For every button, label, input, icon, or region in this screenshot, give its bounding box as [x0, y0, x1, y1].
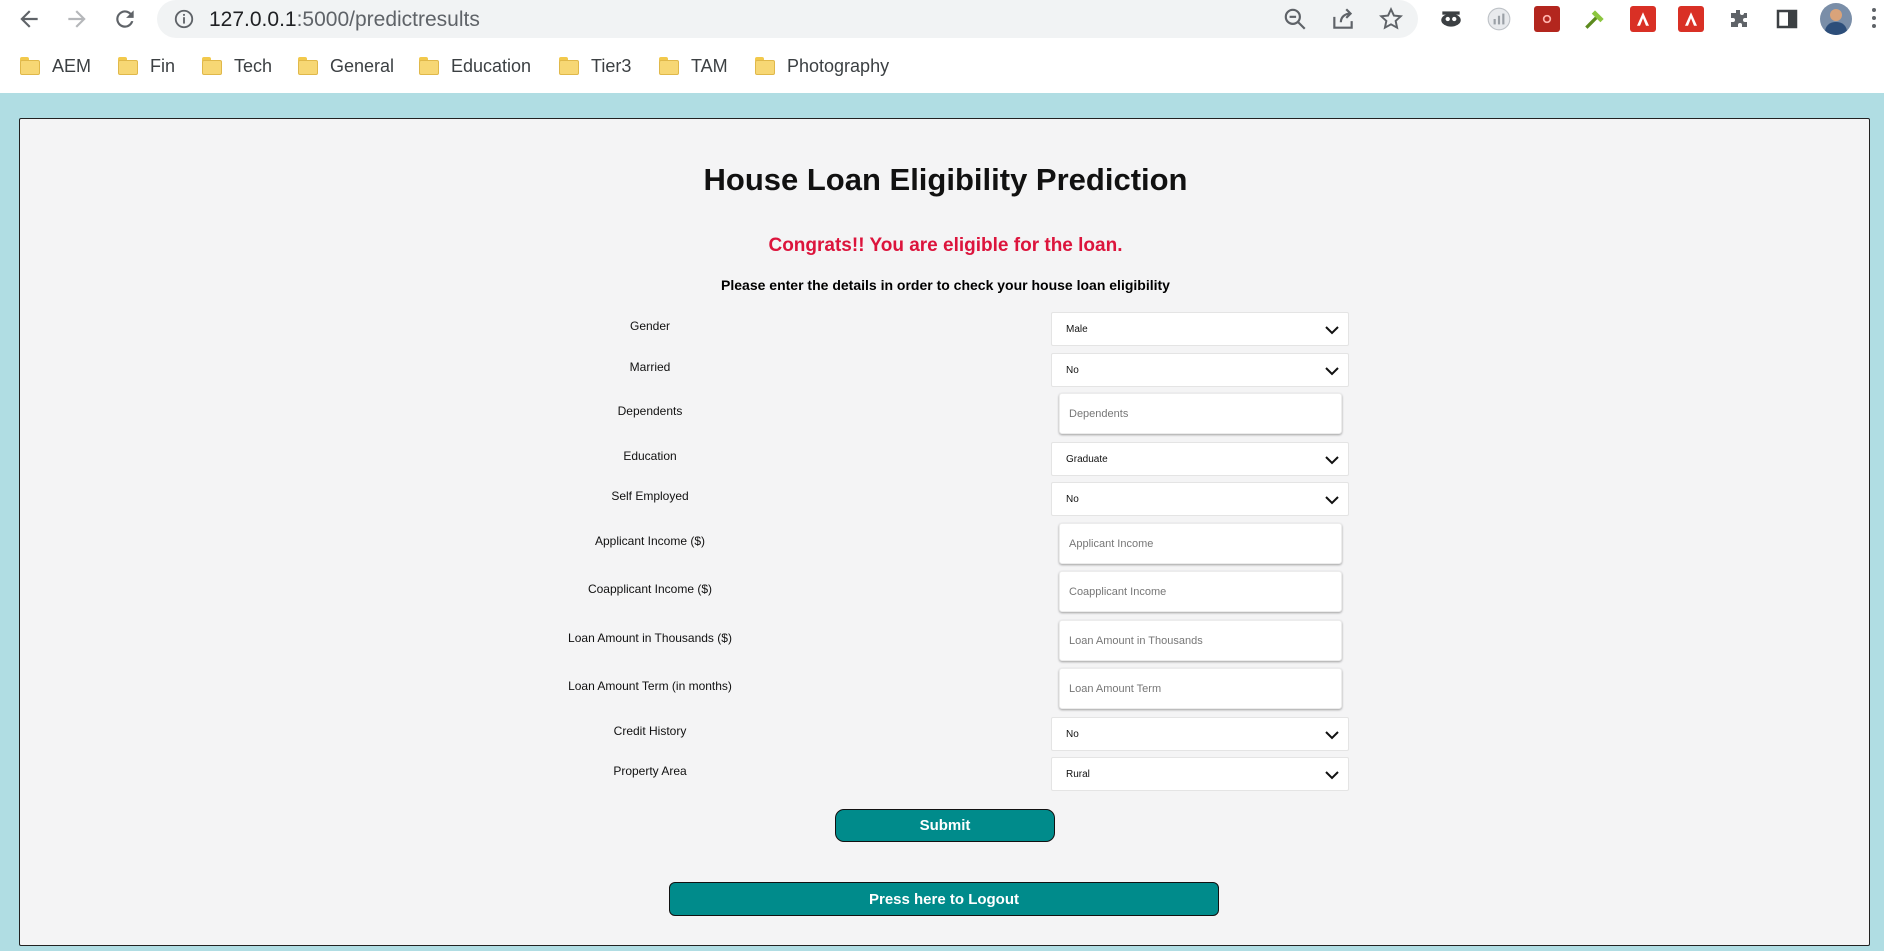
gender-value: Male [1066, 324, 1088, 335]
url-text: 127.0.0.1:5000/predictresults [209, 8, 480, 32]
bookmark-folder-tam[interactable]: TAM [659, 54, 728, 78]
browser-menu-icon[interactable] [1871, 8, 1877, 30]
loan-amount-input[interactable]: Loan Amount in Thousands [1059, 620, 1342, 661]
bookmark-label: General [330, 55, 395, 76]
loan-form-panel: House Loan Eligibility Prediction Congra… [19, 118, 1870, 946]
site-info-icon[interactable] [173, 8, 195, 30]
credit-history-select[interactable]: No [1051, 717, 1349, 751]
bookmark-label: Tier3 [591, 55, 632, 76]
applicant-income-input[interactable]: Applicant Income [1059, 523, 1342, 564]
reload-icon [116, 10, 134, 28]
education-value: Graduate [1066, 454, 1108, 465]
bookmark-star-icon[interactable] [1378, 6, 1404, 32]
property-area-label: Property Area [613, 764, 687, 778]
chevron-down-icon [1325, 456, 1339, 465]
property-area-value: Rural [1066, 769, 1090, 780]
extensions-puzzle-icon[interactable] [1726, 6, 1752, 32]
chevron-down-icon [1325, 326, 1339, 335]
form-instructions: Please enter the details in order to che… [721, 277, 1170, 293]
dependents-input[interactable]: Dependents [1059, 393, 1342, 434]
bookmark-label: AEM [52, 55, 92, 76]
chevron-down-icon [1325, 771, 1339, 780]
profile-avatar[interactable] [1820, 3, 1852, 35]
married-label: Married [629, 360, 671, 374]
folder-icon [659, 57, 679, 75]
extension-red-icon[interactable] [1534, 6, 1560, 32]
married-value: No [1066, 365, 1079, 376]
side-panel-icon[interactable] [1774, 6, 1800, 32]
married-select[interactable]: No [1051, 353, 1349, 387]
self-employed-value: No [1066, 494, 1079, 505]
dependents-label: Dependents [617, 404, 683, 418]
bookmarks-bar: AEM Fin Tech General Education Tier3 TAM… [0, 46, 1884, 86]
forward-button[interactable] [62, 4, 92, 34]
folder-icon [202, 57, 222, 75]
back-arrow-icon [20, 10, 38, 28]
folder-icon [419, 57, 439, 75]
loan-term-placeholder: Loan Amount Term [1069, 683, 1162, 695]
url-host: 127.0.0.1 [209, 8, 297, 31]
education-label: Education [623, 449, 677, 463]
bookmark-folder-tier3[interactable]: Tier3 [559, 54, 631, 78]
extension-spy-icon[interactable] [1438, 6, 1464, 32]
dependents-placeholder: Dependents [1069, 408, 1129, 420]
prediction-result: Congrats!! You are eligible for the loan… [768, 235, 1123, 256]
loan-amount-label: Loan Amount in Thousands ($) [568, 631, 732, 645]
submit-button[interactable]: Submit [835, 809, 1055, 842]
extension-adobe-acrobat-icon[interactable] [1678, 6, 1704, 32]
bookmark-label: Photography [787, 55, 890, 76]
extension-hammer-icon[interactable] [1582, 6, 1608, 32]
chevron-down-icon [1325, 731, 1339, 740]
reload-button[interactable] [110, 4, 140, 34]
page-title: House Loan Eligibility Prediction [703, 162, 1188, 197]
folder-icon [559, 57, 579, 75]
applicant-income-placeholder: Applicant Income [1069, 538, 1154, 550]
forward-arrow-icon [68, 10, 86, 28]
logout-button[interactable]: Press here to Logout [669, 882, 1219, 916]
loan-amount-placeholder: Loan Amount in Thousands [1069, 635, 1203, 647]
bookmark-folder-general[interactable]: General [298, 54, 394, 78]
folder-icon [20, 57, 40, 75]
credit-history-label: Credit History [613, 724, 687, 738]
folder-icon [298, 57, 318, 75]
bookmark-label: Tech [234, 55, 273, 76]
zoom-out-icon[interactable] [1282, 6, 1308, 32]
coapplicant-income-input[interactable]: Coapplicant Income [1059, 571, 1342, 612]
extension-adobe-icon[interactable] [1630, 6, 1656, 32]
bookmark-label: TAM [691, 55, 728, 76]
bookmark-folder-fin[interactable]: Fin [118, 54, 175, 78]
address-bar[interactable]: 127.0.0.1:5000/predictresults [157, 0, 1418, 38]
bookmark-folder-aem[interactable]: AEM [20, 54, 91, 78]
gender-select[interactable]: Male [1051, 312, 1349, 346]
bookmark-folder-education[interactable]: Education [419, 54, 531, 78]
self-employed-label: Self Employed [611, 489, 689, 503]
browser-toolbar: 127.0.0.1:5000/predictresults [0, 0, 1884, 38]
bookmark-folder-photography[interactable]: Photography [755, 54, 889, 78]
bookmark-label: Education [451, 55, 532, 76]
credit-history-value: No [1066, 729, 1079, 740]
coapplicant-income-label: Coapplicant Income ($) [587, 582, 713, 596]
applicant-income-label: Applicant Income ($) [594, 534, 706, 548]
back-button[interactable] [14, 4, 44, 34]
url-path: :5000/predictresults [296, 8, 480, 31]
bookmark-folder-tech[interactable]: Tech [202, 54, 272, 78]
loan-term-input[interactable]: Loan Amount Term [1059, 668, 1342, 709]
folder-icon [755, 57, 775, 75]
gender-label: Gender [629, 319, 671, 333]
loan-term-label: Loan Amount Term (in months) [568, 679, 732, 693]
share-icon[interactable] [1330, 6, 1356, 32]
self-employed-select[interactable]: No [1051, 482, 1349, 516]
property-area-select[interactable]: Rural [1051, 757, 1349, 791]
education-select[interactable]: Graduate [1051, 442, 1349, 476]
coapplicant-income-placeholder: Coapplicant Income [1069, 586, 1167, 598]
chevron-down-icon [1325, 496, 1339, 505]
bookmark-label: Fin [150, 55, 176, 76]
folder-icon [118, 57, 138, 75]
extension-chart-icon[interactable] [1486, 6, 1512, 32]
chevron-down-icon [1325, 367, 1339, 376]
